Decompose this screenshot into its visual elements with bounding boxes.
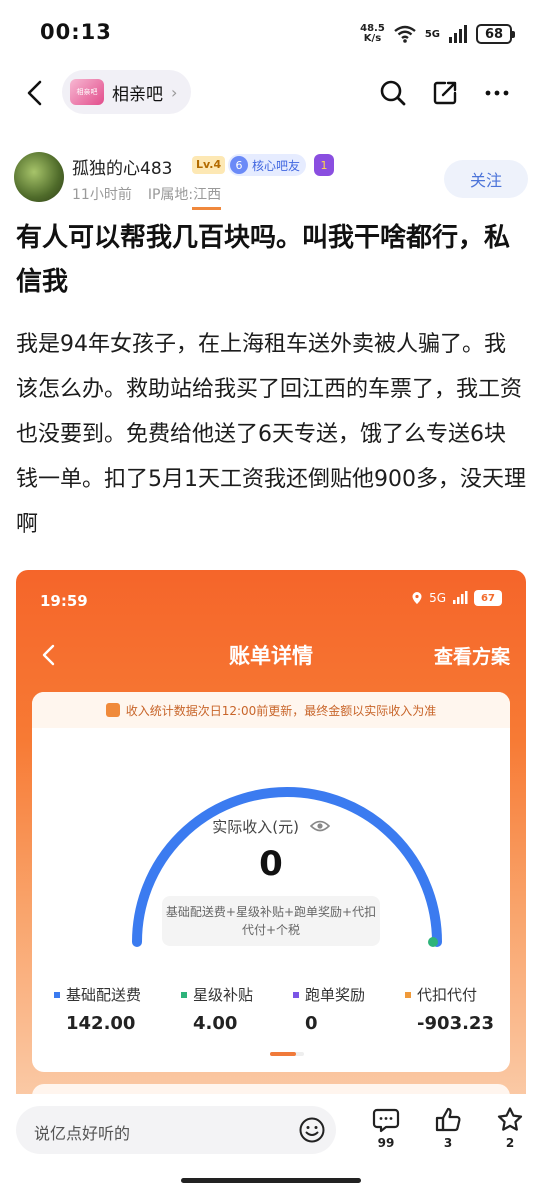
- follow-button[interactable]: 关注: [444, 160, 528, 198]
- chevron-right-icon: ›: [171, 82, 178, 102]
- income-card: 收入统计数据次日12:00前更新，最终金额以实际收入为准 实际收入(元) 0 基…: [32, 692, 510, 1072]
- status-time: 00:13: [40, 20, 112, 44]
- attached-image[interactable]: 19:59 5G 67 账单详情 查看方案 收入统计数据次日12:00前更新，最…: [16, 570, 526, 1130]
- back-arrow-icon: [27, 80, 42, 106]
- image-status-indicators: 5G 67: [411, 590, 502, 606]
- author-avatar[interactable]: [14, 152, 64, 202]
- emoji-icon[interactable]: [298, 1116, 326, 1144]
- share-button[interactable]: [428, 76, 462, 110]
- legend-dot: [293, 991, 300, 998]
- wifi-icon: [394, 25, 416, 43]
- author-row: 孤独的心483 Lv.4 6 核心吧友 1 11小时前 IP属地:江西 关注: [14, 150, 528, 210]
- search-icon: [380, 80, 406, 106]
- comment-input[interactable]: 说亿点好听的: [16, 1106, 336, 1154]
- legend-dot: [405, 991, 412, 998]
- image-battery: 67: [474, 590, 502, 606]
- battery-icon: 68: [476, 24, 515, 44]
- post-meta: 11小时前 IP属地:江西: [72, 184, 222, 210]
- income-breakdown: 基础配送费 142.00 星级补贴 4.00 跑单奖励 0 代扣代付 -903.…: [54, 984, 494, 1034]
- image-plan-link: 查看方案: [433, 646, 510, 668]
- network-speed: 48.5 K/s: [360, 23, 385, 44]
- eye-icon: [309, 819, 330, 837]
- legend-dot: [54, 991, 60, 998]
- back-button[interactable]: [18, 76, 52, 110]
- signal-icon: [449, 25, 467, 43]
- signal-icon: [453, 591, 468, 604]
- image-status-time: 19:59: [40, 592, 88, 610]
- author-name[interactable]: 孤独的心483: [72, 154, 172, 179]
- income-value: 0: [259, 844, 283, 884]
- more-dots-icon: [485, 90, 509, 96]
- favorite-count: 2: [505, 1136, 515, 1150]
- search-button[interactable]: [376, 76, 410, 110]
- ip-location: IP属地:江西: [148, 184, 222, 210]
- income-formula: 基础配送费+星级补贴+跑单奖励+代扣 代付+个税: [162, 896, 380, 946]
- level-badge: Lv.4: [192, 156, 226, 174]
- bottom-action-bar: 说亿点好听的 99 3 2: [0, 1094, 542, 1200]
- post-body: 我是94年女孩子，在上海租车送外卖被人骗了。我该怎么办。救助站给我买了回江西的车…: [16, 332, 526, 537]
- income-label: 实际收入(元): [32, 816, 510, 837]
- metric-base-delivery: 基础配送费 142.00: [54, 984, 141, 1034]
- image-network-type: 5G: [429, 591, 446, 605]
- post-time: 11小时前: [72, 187, 132, 203]
- network-type: 5G: [424, 28, 440, 40]
- thumbs-up-icon: [435, 1107, 461, 1132]
- forum-chip[interactable]: 相亲吧 相亲吧 ›: [62, 70, 192, 114]
- metric-order-bonus: 跑单奖励 0: [293, 984, 365, 1034]
- forum-name: 相亲吧: [112, 84, 163, 105]
- home-indicator[interactable]: [181, 1178, 361, 1183]
- metric-withholding: 代扣代付 -903.23: [405, 984, 494, 1034]
- forum-avatar: 相亲吧: [70, 79, 104, 105]
- comment-placeholder: 说亿点好听的: [34, 1124, 131, 1143]
- like-button[interactable]: 3: [428, 1106, 468, 1168]
- share-icon: [433, 81, 457, 105]
- comment-button[interactable]: 99: [366, 1106, 406, 1168]
- core-badge-label: 核心吧友: [252, 158, 301, 173]
- medal-badge: 1: [314, 154, 334, 176]
- status-indicators: 48.5 K/s 5G 68: [360, 20, 515, 48]
- carousel-indicator: [270, 1052, 304, 1056]
- post-title: 有人可以帮我几百块吗。叫我干啥都行，私信我: [16, 223, 511, 297]
- metric-star-subsidy: 星级补贴 4.00: [181, 984, 253, 1034]
- like-count: 3: [443, 1136, 453, 1150]
- comment-icon: [372, 1108, 400, 1133]
- location-icon: [412, 592, 422, 604]
- star-icon: [497, 1107, 523, 1131]
- favorite-button[interactable]: 2: [490, 1106, 530, 1168]
- top-nav: 相亲吧 相亲吧 ›: [0, 66, 542, 122]
- comment-count: 99: [377, 1136, 395, 1150]
- core-badge-number: 6: [230, 156, 248, 174]
- core-member-badge: 6 核心吧友: [228, 154, 307, 176]
- more-button[interactable]: [480, 76, 514, 110]
- status-bar: 00:13 48.5 K/s 5G 68: [0, 0, 542, 66]
- legend-dot: [181, 991, 188, 998]
